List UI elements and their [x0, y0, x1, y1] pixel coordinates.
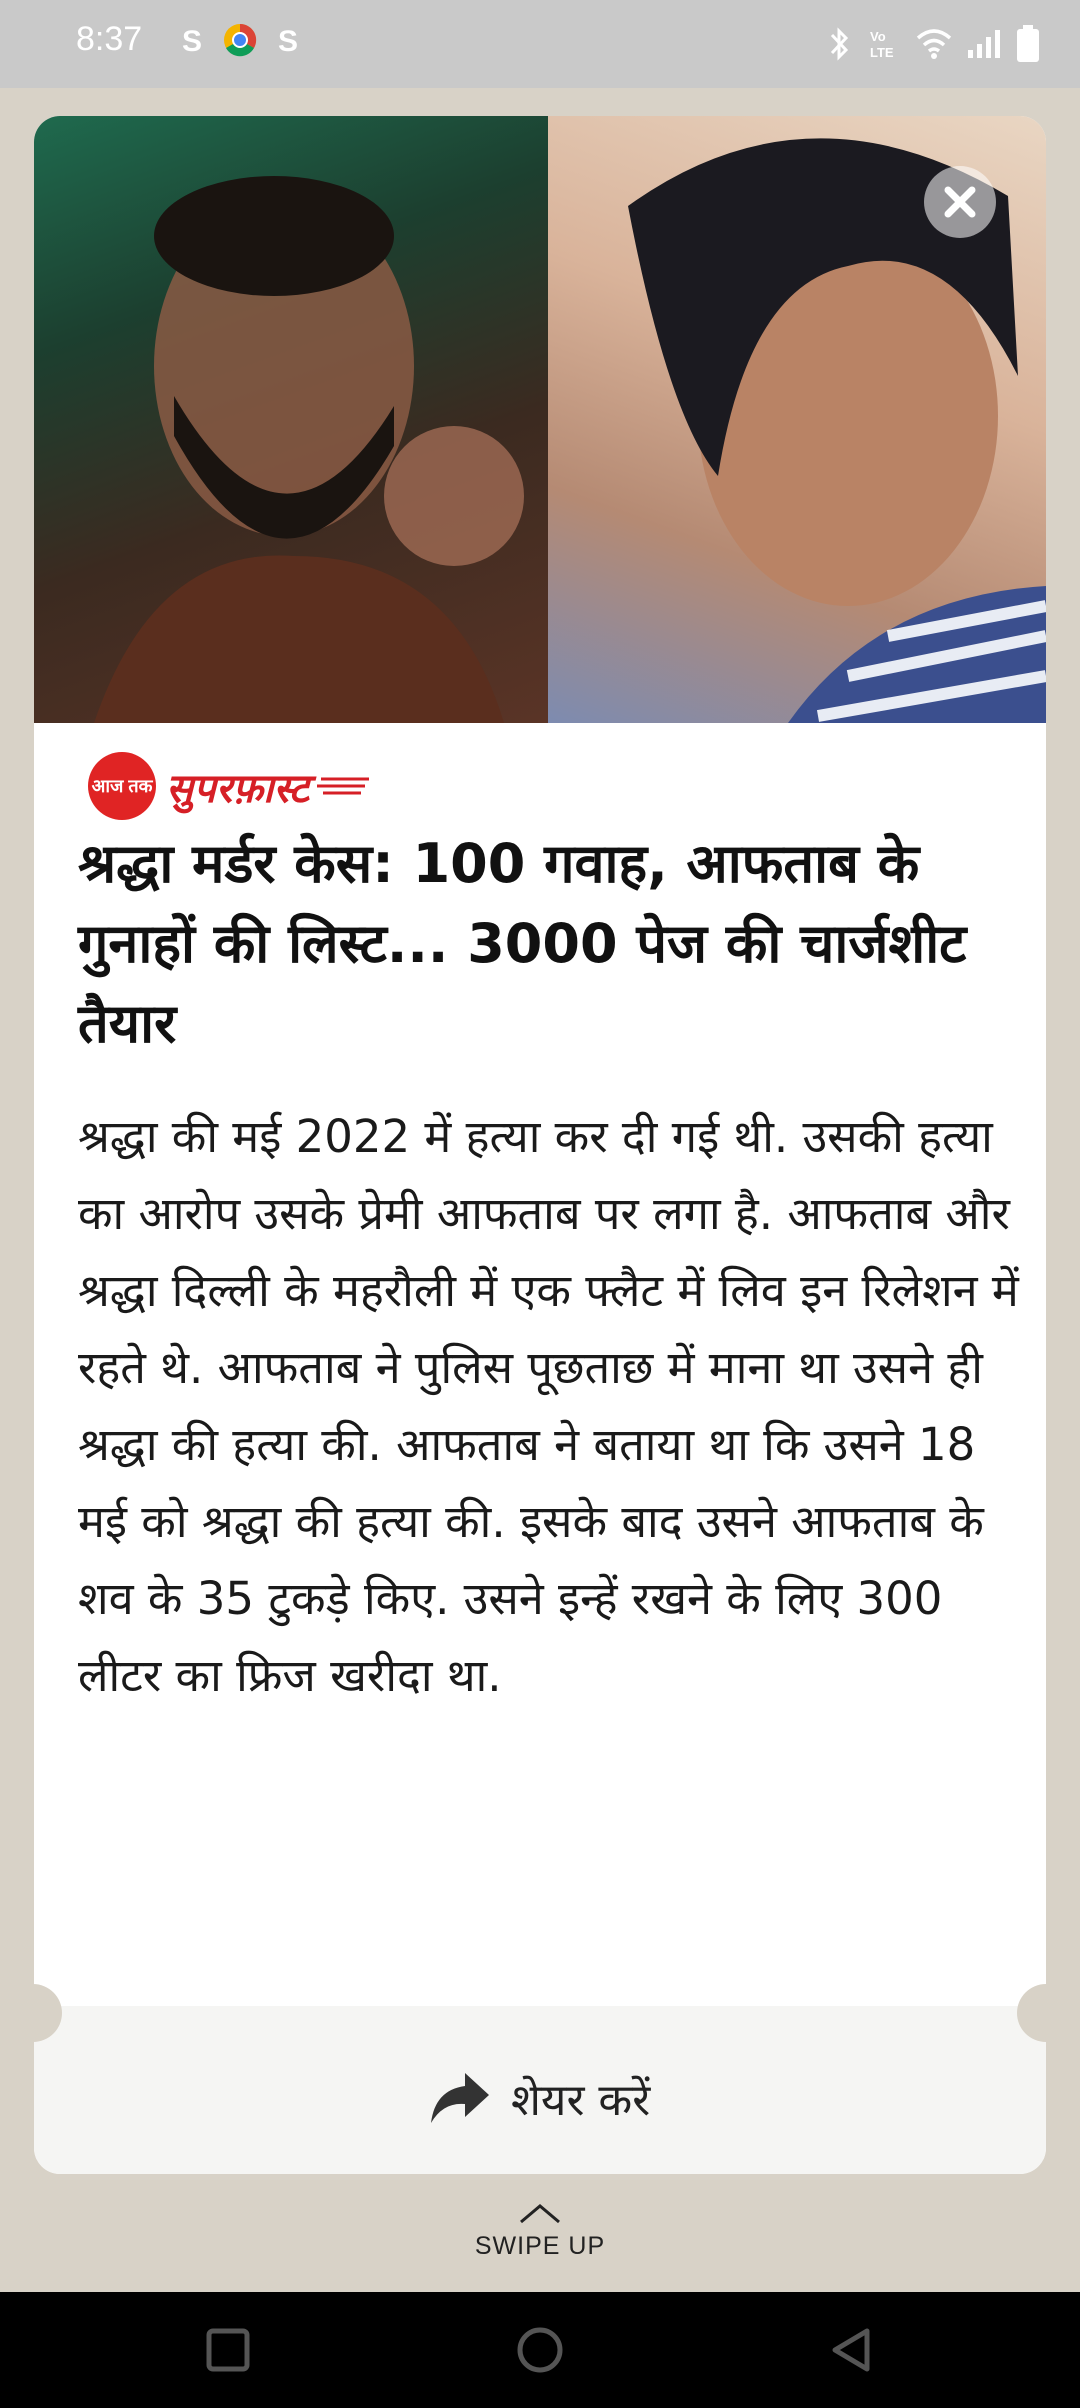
home-button[interactable]: [510, 2320, 570, 2380]
brand-header: आज तक सुपरफ़ास्ट: [88, 752, 371, 820]
battery-icon: [1016, 24, 1040, 64]
status-time: 8:37: [76, 20, 143, 58]
notification-s-icon: S: [181, 25, 202, 58]
notification-s-icon-2: S: [277, 25, 298, 58]
volte-icon: Vo LTE: [868, 24, 902, 64]
hero-photo-man: [34, 116, 548, 723]
close-button[interactable]: [924, 166, 996, 238]
aajtak-logo: आज तक: [88, 752, 156, 820]
svg-text:LTE: LTE: [870, 45, 894, 60]
signal-icon: [966, 24, 1002, 64]
bluetooth-icon: [824, 24, 854, 64]
navigation-bar: [0, 2292, 1080, 2408]
striped-shirt: [788, 586, 1046, 723]
swipe-up-label: SWIPE UP: [474, 2232, 606, 2260]
hero-image: [34, 116, 1046, 723]
circle-icon: [517, 2327, 563, 2373]
share-button[interactable]: शेयर करें: [429, 2058, 650, 2138]
card-notch-left: [4, 1984, 62, 2042]
wifi-icon: [916, 24, 952, 64]
status-bar: 8:37 S S Vo LTE: [0, 0, 1080, 88]
back-triangle-icon: [832, 2328, 870, 2372]
close-icon: [944, 186, 976, 218]
speed-lines-icon: [317, 777, 370, 795]
share-label: शेयर करें: [511, 2075, 651, 2126]
recents-button[interactable]: [198, 2320, 258, 2380]
back-button[interactable]: [822, 2320, 882, 2380]
article-headline: श्रद्धा मर्डर केस: 100 गवाह, आफताब के गु…: [78, 832, 967, 1055]
svg-text:Vo: Vo: [870, 29, 886, 44]
article-body: श्रद्धा की मई 2022 में हत्या कर दी गई थी…: [78, 1110, 1019, 1702]
square-icon: [206, 2328, 250, 2372]
news-card[interactable]: आज तक सुपरफ़ास्ट श्रद्धा मर्डर केस: 100 …: [34, 116, 1046, 2174]
share-arrow-icon: [431, 2073, 489, 2123]
card-notch-right: [1017, 1984, 1075, 2042]
chrome-app-icon: [220, 22, 260, 62]
brand-name: सुपरफ़ास्ट: [166, 765, 310, 812]
chevron-up-icon: [520, 2204, 560, 2224]
swipe-up-hint[interactable]: SWIPE UP: [0, 2200, 1080, 2261]
